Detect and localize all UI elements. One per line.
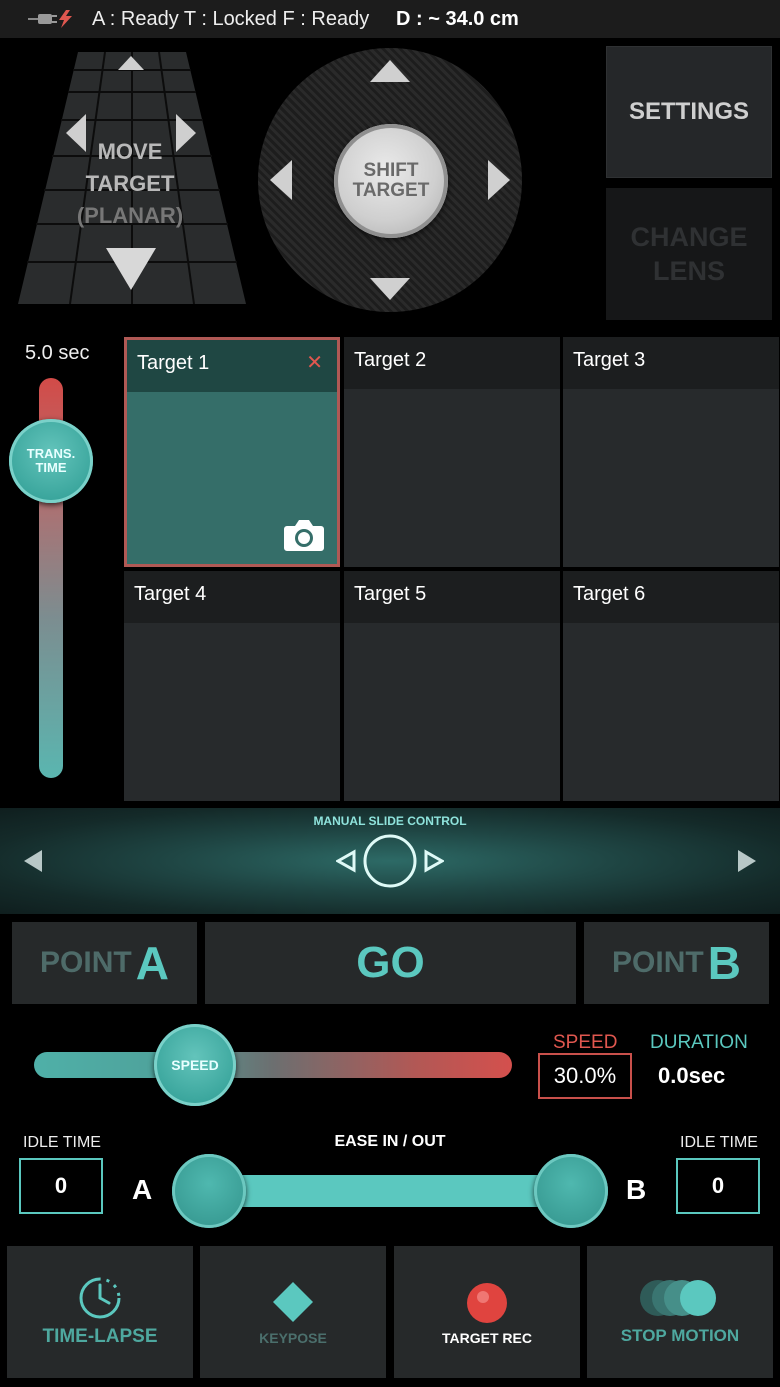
shift-label-line1: SHIFT <box>363 160 419 181</box>
stop-motion-icon <box>640 1280 716 1316</box>
point-a-word: POINT <box>40 946 132 979</box>
status-bar: A : Ready T : Locked F : Ready D : ~ 34.… <box>0 0 780 38</box>
shift-label-line2: TARGET <box>352 180 430 201</box>
planar-pad-label: MOVE TARGET (PLANAR) <box>52 136 208 232</box>
slide-right-arrow-icon[interactable] <box>738 850 756 872</box>
target-slot-name: Target 4 <box>134 583 207 605</box>
point-a-letter: A <box>135 937 169 989</box>
trans-time-value: 5.0 sec <box>25 342 90 364</box>
manual-slide-title: MANUAL SLIDE CONTROL <box>313 814 467 828</box>
clock-icon <box>79 1277 121 1319</box>
distance-readout: D : ~ 34.0 cm <box>396 8 519 30</box>
idle-time-value-left: 0 <box>54 1173 68 1198</box>
idle-time-value-right: 0 <box>711 1173 725 1198</box>
keypose-button[interactable]: KEYPOSE <box>200 1246 386 1378</box>
target-slot-name: Target 2 <box>354 349 427 371</box>
target-slot-name: Target 6 <box>573 583 646 605</box>
point-b-word: POINT <box>612 946 704 979</box>
target-slot-name: Target 1 <box>137 352 210 374</box>
time-lapse-button[interactable]: TIME-LAPSE <box>7 1246 193 1378</box>
ease-letter-b: B <box>626 1174 647 1205</box>
speed-knob-label: SPEED <box>171 1057 219 1073</box>
idle-time-field-right[interactable]: 0 <box>676 1158 760 1214</box>
speed-value-field[interactable]: 30.0% <box>538 1053 632 1099</box>
settings-button[interactable]: SETTINGS <box>606 46 772 178</box>
target-slot-2[interactable]: Target 2 <box>344 337 560 567</box>
duration-label: DURATION <box>650 1032 748 1053</box>
settings-label: SETTINGS <box>628 98 749 125</box>
ease-letter-a: A <box>132 1174 153 1205</box>
power-plug-icon <box>28 10 72 28</box>
shift-right-arrow-icon[interactable] <box>488 160 510 200</box>
target-slot-5[interactable]: Target 5 <box>344 571 560 801</box>
target-slot-1[interactable]: Target 1 ✕ <box>124 337 340 567</box>
status-readout: A : Ready T : Locked F : Ready <box>92 8 370 30</box>
idle-time-field-left[interactable]: 0 <box>19 1158 103 1214</box>
trans-time-knob[interactable]: TRANS. TIME <box>9 419 93 503</box>
ease-in-out-title: EASE IN / OUT <box>334 1133 446 1150</box>
ease-in-knob[interactable] <box>172 1154 246 1228</box>
time-lapse-label: TIME-LAPSE <box>42 1326 158 1347</box>
camera-icon[interactable] <box>283 518 325 552</box>
keypose-label: KEYPOSE <box>259 1330 327 1346</box>
trans-knob-line2: TIME <box>35 460 67 475</box>
shift-left-arrow-icon[interactable] <box>270 160 292 200</box>
speed-label: SPEED <box>553 1032 618 1053</box>
target-slot-6[interactable]: Target 6 <box>563 571 779 801</box>
slide-left-arrow-icon[interactable] <box>24 850 42 872</box>
duration-value: 0.0sec <box>658 1063 726 1088</box>
change-lens-line1: CHANGE <box>630 222 748 252</box>
shift-down-arrow-icon[interactable] <box>370 278 410 300</box>
target-slot-3[interactable]: Target 3 <box>563 337 779 567</box>
target-slot-4[interactable]: Target 4 <box>124 571 340 801</box>
point-b-letter: B <box>707 937 741 989</box>
stop-motion-label: STOP MOTION <box>620 1326 740 1345</box>
speed-knob[interactable]: SPEED <box>154 1024 236 1106</box>
trans-knob-line1: TRANS. <box>26 446 76 461</box>
planar-label-line3: (PLANAR) <box>76 203 184 228</box>
planar-up-arrow-icon[interactable] <box>118 56 144 70</box>
target-rec-label: TARGET REC <box>442 1330 532 1346</box>
change-lens-line2: LENS <box>652 256 725 286</box>
slide-handle-icon[interactable] <box>336 832 444 890</box>
point-b-button[interactable]: POINT B <box>584 922 769 1004</box>
stop-motion-button[interactable]: STOP MOTION <box>587 1246 773 1378</box>
diamond-icon <box>273 1282 313 1322</box>
go-button[interactable]: GO <box>205 922 576 1004</box>
change-lens-button[interactable]: CHANGE LENS <box>606 188 772 320</box>
planar-label-line1: MOVE <box>97 139 163 164</box>
close-icon[interactable]: ✕ <box>306 350 323 375</box>
speed-value: 30.0% <box>553 1063 617 1088</box>
ease-track[interactable] <box>208 1175 570 1207</box>
shift-up-arrow-icon[interactable] <box>370 60 410 82</box>
target-rec-button[interactable]: TARGET REC <box>394 1246 580 1378</box>
planar-down-arrow-icon[interactable] <box>106 248 156 290</box>
record-icon <box>467 1283 507 1323</box>
shift-target-button[interactable]: SHIFT TARGET <box>334 124 448 238</box>
point-a-button[interactable]: POINT A <box>12 922 197 1004</box>
target-slot-name: Target 3 <box>573 349 646 371</box>
planar-label-line2: TARGET <box>85 171 175 196</box>
go-label: GO <box>356 938 425 987</box>
ease-out-knob[interactable] <box>534 1154 608 1228</box>
speed-track[interactable] <box>34 1052 512 1078</box>
target-slot-name: Target 5 <box>354 583 427 605</box>
